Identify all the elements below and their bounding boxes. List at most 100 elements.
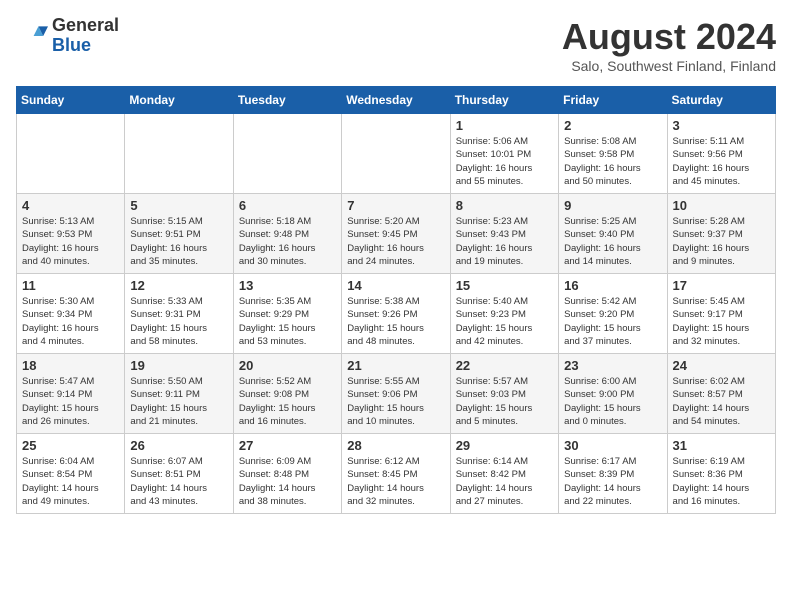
calendar-cell: 6 Sunrise: 5:18 AM Sunset: 9:48 PM Daylig… — [233, 194, 341, 274]
day-number: 17 — [673, 278, 770, 293]
calendar-week-row: 1 Sunrise: 5:06 AM Sunset: 10:01 PM Dayli… — [17, 114, 776, 194]
calendar-cell: 26Sunrise: 6:07 AM Sunset: 8:51 PM Dayli… — [125, 434, 233, 514]
day-number: 1 — [456, 118, 553, 133]
calendar-cell: 10 Sunrise: 5:28 AM Sunset: 9:37 PM Dayli… — [667, 194, 775, 274]
calendar-cell: 22 Sunrise: 5:57 AM Sunset: 9:03 PM Dayli… — [450, 354, 558, 434]
calendar-cell: 31 Sunrise: 6:19 AM Sunset: 8:36 PM Dayli… — [667, 434, 775, 514]
calendar-cell: 2 Sunrise: 5:08 AM Sunset: 9:58 PM Daylig… — [559, 114, 667, 194]
day-info: Sunrise: 6:17 AM Sunset: 8:39 PM Dayligh… — [564, 455, 661, 508]
calendar-header: SundayMondayTuesdayWednesdayThursdayFrid… — [17, 87, 776, 114]
calendar-cell — [342, 114, 450, 194]
header-row: SundayMondayTuesdayWednesdayThursdayFrid… — [17, 87, 776, 114]
page-header: General Blue August 2024 Salo, Southwest… — [16, 16, 776, 74]
calendar-cell: 3Sunrise: 5:11 AM Sunset: 9:56 PM Daylig… — [667, 114, 775, 194]
day-info: Sunrise: 6:09 AM Sunset: 8:48 PM Dayligh… — [239, 455, 336, 508]
day-number: 10 — [673, 198, 770, 213]
calendar-cell: 17 Sunrise: 5:45 AM Sunset: 9:17 PM Dayli… — [667, 274, 775, 354]
weekday-header: Wednesday — [342, 87, 450, 114]
day-number: 14 — [347, 278, 444, 293]
day-info: Sunrise: 5:11 AM Sunset: 9:56 PM Dayligh… — [673, 135, 770, 188]
day-number: 5 — [130, 198, 227, 213]
day-info: Sunrise: 5:28 AM Sunset: 9:37 PM Dayligh… — [673, 215, 770, 268]
month-title: August 2024 — [562, 16, 776, 58]
calendar-cell: 7 Sunrise: 5:20 AM Sunset: 9:45 PM Daylig… — [342, 194, 450, 274]
calendar-cell: 28Sunrise: 6:12 AM Sunset: 8:45 PM Dayli… — [342, 434, 450, 514]
day-info: Sunrise: 5:42 AM Sunset: 9:20 PM Dayligh… — [564, 295, 661, 348]
day-info: Sunrise: 5:33 AM Sunset: 9:31 PM Dayligh… — [130, 295, 227, 348]
day-number: 8 — [456, 198, 553, 213]
calendar-cell: 13Sunrise: 5:35 AM Sunset: 9:29 PM Dayli… — [233, 274, 341, 354]
day-info: Sunrise: 5:57 AM Sunset: 9:03 PM Dayligh… — [456, 375, 553, 428]
day-number: 18 — [22, 358, 119, 373]
day-info: Sunrise: 5:25 AM Sunset: 9:40 PM Dayligh… — [564, 215, 661, 268]
calendar-cell: 11Sunrise: 5:30 AM Sunset: 9:34 PM Dayli… — [17, 274, 125, 354]
day-number: 2 — [564, 118, 661, 133]
day-number: 7 — [347, 198, 444, 213]
day-info: Sunrise: 6:07 AM Sunset: 8:51 PM Dayligh… — [130, 455, 227, 508]
calendar-cell: 20Sunrise: 5:52 AM Sunset: 9:08 PM Dayli… — [233, 354, 341, 434]
day-info: Sunrise: 6:14 AM Sunset: 8:42 PM Dayligh… — [456, 455, 553, 508]
day-info: Sunrise: 5:55 AM Sunset: 9:06 PM Dayligh… — [347, 375, 444, 428]
day-info: Sunrise: 5:06 AM Sunset: 10:01 PM Daylig… — [456, 135, 553, 188]
day-info: Sunrise: 5:15 AM Sunset: 9:51 PM Dayligh… — [130, 215, 227, 268]
logo-icon — [16, 20, 48, 52]
day-number: 21 — [347, 358, 444, 373]
calendar-cell: 12Sunrise: 5:33 AM Sunset: 9:31 PM Dayli… — [125, 274, 233, 354]
calendar-cell: 19 Sunrise: 5:50 AM Sunset: 9:11 PM Dayli… — [125, 354, 233, 434]
calendar-cell: 15Sunrise: 5:40 AM Sunset: 9:23 PM Dayli… — [450, 274, 558, 354]
calendar-cell: 30 Sunrise: 6:17 AM Sunset: 8:39 PM Dayli… — [559, 434, 667, 514]
day-info: Sunrise: 5:23 AM Sunset: 9:43 PM Dayligh… — [456, 215, 553, 268]
day-number: 30 — [564, 438, 661, 453]
day-info: Sunrise: 5:18 AM Sunset: 9:48 PM Dayligh… — [239, 215, 336, 268]
calendar-cell: 4 Sunrise: 5:13 AM Sunset: 9:53 PM Daylig… — [17, 194, 125, 274]
weekday-header: Tuesday — [233, 87, 341, 114]
calendar-cell: 29 Sunrise: 6:14 AM Sunset: 8:42 PM Dayli… — [450, 434, 558, 514]
day-info: Sunrise: 5:52 AM Sunset: 9:08 PM Dayligh… — [239, 375, 336, 428]
calendar-cell: 8 Sunrise: 5:23 AM Sunset: 9:43 PM Daylig… — [450, 194, 558, 274]
day-number: 4 — [22, 198, 119, 213]
day-info: Sunrise: 5:40 AM Sunset: 9:23 PM Dayligh… — [456, 295, 553, 348]
weekday-header: Thursday — [450, 87, 558, 114]
day-info: Sunrise: 6:04 AM Sunset: 8:54 PM Dayligh… — [22, 455, 119, 508]
day-info: Sunrise: 6:02 AM Sunset: 8:57 PM Dayligh… — [673, 375, 770, 428]
calendar-body: 1 Sunrise: 5:06 AM Sunset: 10:01 PM Dayli… — [17, 114, 776, 514]
day-number: 31 — [673, 438, 770, 453]
day-number: 9 — [564, 198, 661, 213]
calendar-cell: 9 Sunrise: 5:25 AM Sunset: 9:40 PM Daylig… — [559, 194, 667, 274]
calendar-week-row: 11Sunrise: 5:30 AM Sunset: 9:34 PM Dayli… — [17, 274, 776, 354]
day-info: Sunrise: 5:08 AM Sunset: 9:58 PM Dayligh… — [564, 135, 661, 188]
day-info: Sunrise: 5:20 AM Sunset: 9:45 PM Dayligh… — [347, 215, 444, 268]
day-info: Sunrise: 6:19 AM Sunset: 8:36 PM Dayligh… — [673, 455, 770, 508]
weekday-header: Monday — [125, 87, 233, 114]
calendar-cell — [17, 114, 125, 194]
weekday-header: Friday — [559, 87, 667, 114]
day-info: Sunrise: 5:45 AM Sunset: 9:17 PM Dayligh… — [673, 295, 770, 348]
title-block: August 2024 Salo, Southwest Finland, Fin… — [562, 16, 776, 74]
calendar-cell: 14Sunrise: 5:38 AM Sunset: 9:26 PM Dayli… — [342, 274, 450, 354]
day-number: 24 — [673, 358, 770, 373]
day-info: Sunrise: 5:50 AM Sunset: 9:11 PM Dayligh… — [130, 375, 227, 428]
day-number: 29 — [456, 438, 553, 453]
weekday-header: Sunday — [17, 87, 125, 114]
calendar-table: SundayMondayTuesdayWednesdayThursdayFrid… — [16, 86, 776, 514]
calendar-week-row: 25 Sunrise: 6:04 AM Sunset: 8:54 PM Dayli… — [17, 434, 776, 514]
location-subtitle: Salo, Southwest Finland, Finland — [562, 58, 776, 74]
day-number: 25 — [22, 438, 119, 453]
day-info: Sunrise: 5:13 AM Sunset: 9:53 PM Dayligh… — [22, 215, 119, 268]
weekday-header: Saturday — [667, 87, 775, 114]
day-number: 19 — [130, 358, 227, 373]
day-info: Sunrise: 6:12 AM Sunset: 8:45 PM Dayligh… — [347, 455, 444, 508]
calendar-cell: 25 Sunrise: 6:04 AM Sunset: 8:54 PM Dayli… — [17, 434, 125, 514]
calendar-cell — [125, 114, 233, 194]
day-number: 23 — [564, 358, 661, 373]
day-info: Sunrise: 5:35 AM Sunset: 9:29 PM Dayligh… — [239, 295, 336, 348]
calendar-week-row: 4 Sunrise: 5:13 AM Sunset: 9:53 PM Daylig… — [17, 194, 776, 274]
calendar-cell: 21 Sunrise: 5:55 AM Sunset: 9:06 PM Dayli… — [342, 354, 450, 434]
day-number: 22 — [456, 358, 553, 373]
day-number: 16 — [564, 278, 661, 293]
calendar-cell: 16 Sunrise: 5:42 AM Sunset: 9:20 PM Dayli… — [559, 274, 667, 354]
calendar-cell: 23Sunrise: 6:00 AM Sunset: 9:00 PM Dayli… — [559, 354, 667, 434]
calendar-cell: 18Sunrise: 5:47 AM Sunset: 9:14 PM Dayli… — [17, 354, 125, 434]
day-number: 6 — [239, 198, 336, 213]
calendar-cell: 1 Sunrise: 5:06 AM Sunset: 10:01 PM Dayli… — [450, 114, 558, 194]
